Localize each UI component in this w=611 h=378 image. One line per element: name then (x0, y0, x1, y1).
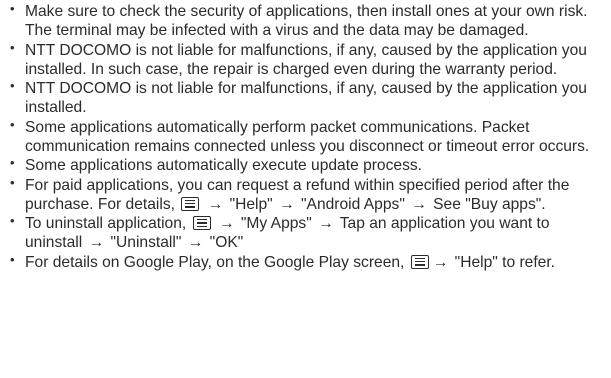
menu-key-icon (181, 196, 200, 211)
bullet-icon: • (10, 155, 15, 170)
list-item: • Some applications automatically execut… (9, 155, 603, 175)
item-text: NTT DOCOMO is not liable for malfunction… (25, 41, 587, 78)
menu-key-icon (410, 254, 429, 269)
arrow-icon: → (279, 195, 295, 213)
item-step: "Help" to refer. (454, 253, 556, 271)
arrow-icon: → (187, 234, 204, 251)
list-item: • To uninstall application, → "My Apps" … (9, 213, 603, 252)
document-page: • Make sure to check the security of app… (0, 0, 611, 378)
item-text: Some applications automatically perform … (25, 118, 590, 155)
arrow-icon: → (88, 234, 105, 251)
bullet-icon: • (10, 39, 15, 55)
item-text: Some applications automatically execute … (25, 157, 423, 174)
arrow-icon: → (411, 195, 427, 213)
item-text: Make sure to check the security of appli… (25, 3, 588, 39)
bullet-icon: • (10, 251, 15, 267)
list-item: • For paid applications, you can request… (9, 174, 603, 214)
bullet-icon: • (10, 174, 15, 190)
bullet-icon: • (10, 116, 15, 132)
item-step: "OK" (209, 234, 244, 251)
arrow-icon: → (218, 215, 235, 232)
list-item: • NTT DOCOMO is not liable for malfuncti… (9, 78, 603, 117)
item-step: "Android Apps" (301, 195, 405, 213)
arrow-icon: → (207, 195, 224, 213)
item-text: NTT DOCOMO is not liable for malfunction… (25, 80, 587, 116)
bullet-icon: • (10, 78, 15, 93)
menu-key-icon (192, 216, 211, 230)
list-item: • Some applications automatically perfor… (9, 116, 603, 156)
item-step: "Uninstall" (110, 234, 182, 251)
list-item: • For details on Google Play, on the Goo… (9, 251, 603, 272)
list-item: • NTT DOCOMO is not liable for malfuncti… (9, 39, 603, 79)
arrow-icon: → (432, 253, 449, 271)
bullet-icon: • (10, 1, 15, 16)
list-item: • Make sure to check the security of app… (9, 1, 603, 40)
arrow-icon: → (318, 215, 334, 232)
notes-list: • Make sure to check the security of app… (9, 1, 603, 272)
item-text: For details on Google Play, on the Googl… (25, 253, 405, 271)
item-text: To uninstall application, (25, 215, 187, 232)
item-step: "Help" (229, 195, 273, 213)
item-step: "My Apps" (240, 215, 312, 232)
item-step: See "Buy apps". (433, 195, 546, 213)
bullet-icon: • (10, 213, 15, 228)
